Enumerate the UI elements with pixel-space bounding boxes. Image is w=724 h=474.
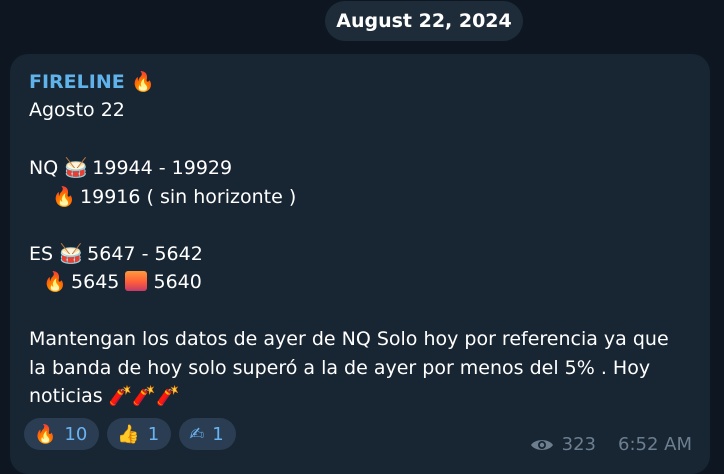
reaction-thumbs-up[interactable]: 👍 1 [107, 418, 172, 450]
es-range: 5647 - 5642 [87, 243, 203, 265]
nq-range: 19944 - 19929 [92, 157, 233, 179]
body-line-1: Mantengan los datos de ayer de NQ Solo h… [29, 328, 669, 350]
fire-icon: 🔥 [43, 271, 67, 293]
drum-icon: 🥁 [64, 157, 88, 179]
message-meta: 323 6:52 AM [530, 434, 692, 455]
body-line-2: la banda de hoy solo superó a la de ayer… [29, 357, 651, 379]
writing-hand-icon: ✍ [189, 423, 205, 445]
nq-secondary-line: 🔥 19916 ( sin horizonte ) [52, 185, 296, 209]
nq-label: NQ [29, 157, 59, 179]
reaction-count: 1 [147, 423, 160, 445]
sunset-icon [125, 271, 148, 291]
nq-line: NQ 🥁 19944 - 19929 [29, 156, 232, 180]
es-secondary-line: 🔥 5645 5640 [43, 270, 202, 294]
thumbs-up-icon: 👍 [117, 423, 140, 445]
eye-icon [530, 439, 553, 450]
date-pill: August 22, 2024 [325, 1, 523, 41]
es-value-a: 5645 [71, 271, 120, 293]
nq-secondary-value: 19916 ( sin horizonte ) [80, 186, 297, 208]
reactions-bar: 🔥 10 👍 1 ✍ 1 [24, 418, 236, 450]
es-label: ES [29, 243, 54, 265]
reaction-count: 1 [212, 423, 224, 445]
firecracker-icon: 🧨🧨🧨 [108, 385, 180, 407]
fire-icon: 🔥 [34, 423, 57, 445]
body-line-3-text: noticias [29, 385, 103, 407]
reaction-writing-hand[interactable]: ✍ 1 [179, 418, 236, 450]
fire-icon: 🔥 [52, 186, 76, 208]
drum-icon: 🥁 [59, 243, 83, 265]
message-bubble: FIRELINE 🔥 Agosto 22 NQ 🥁 19944 - 19929 … [10, 54, 710, 474]
sender-line: FIRELINE 🔥 [29, 70, 156, 94]
body-line-3: noticias 🧨🧨🧨 [29, 384, 180, 408]
message-date-text: Agosto 22 [29, 99, 125, 121]
sender-name[interactable]: FIRELINE [29, 71, 125, 93]
message-time: 6:52 AM [618, 434, 692, 455]
reaction-fire[interactable]: 🔥 10 [24, 418, 100, 450]
es-value-b: 5640 [153, 271, 202, 293]
es-line: ES 🥁 5647 - 5642 [29, 242, 203, 266]
reaction-count: 10 [64, 423, 88, 445]
fire-icon: 🔥 [131, 71, 156, 93]
view-count: 323 [561, 434, 596, 455]
